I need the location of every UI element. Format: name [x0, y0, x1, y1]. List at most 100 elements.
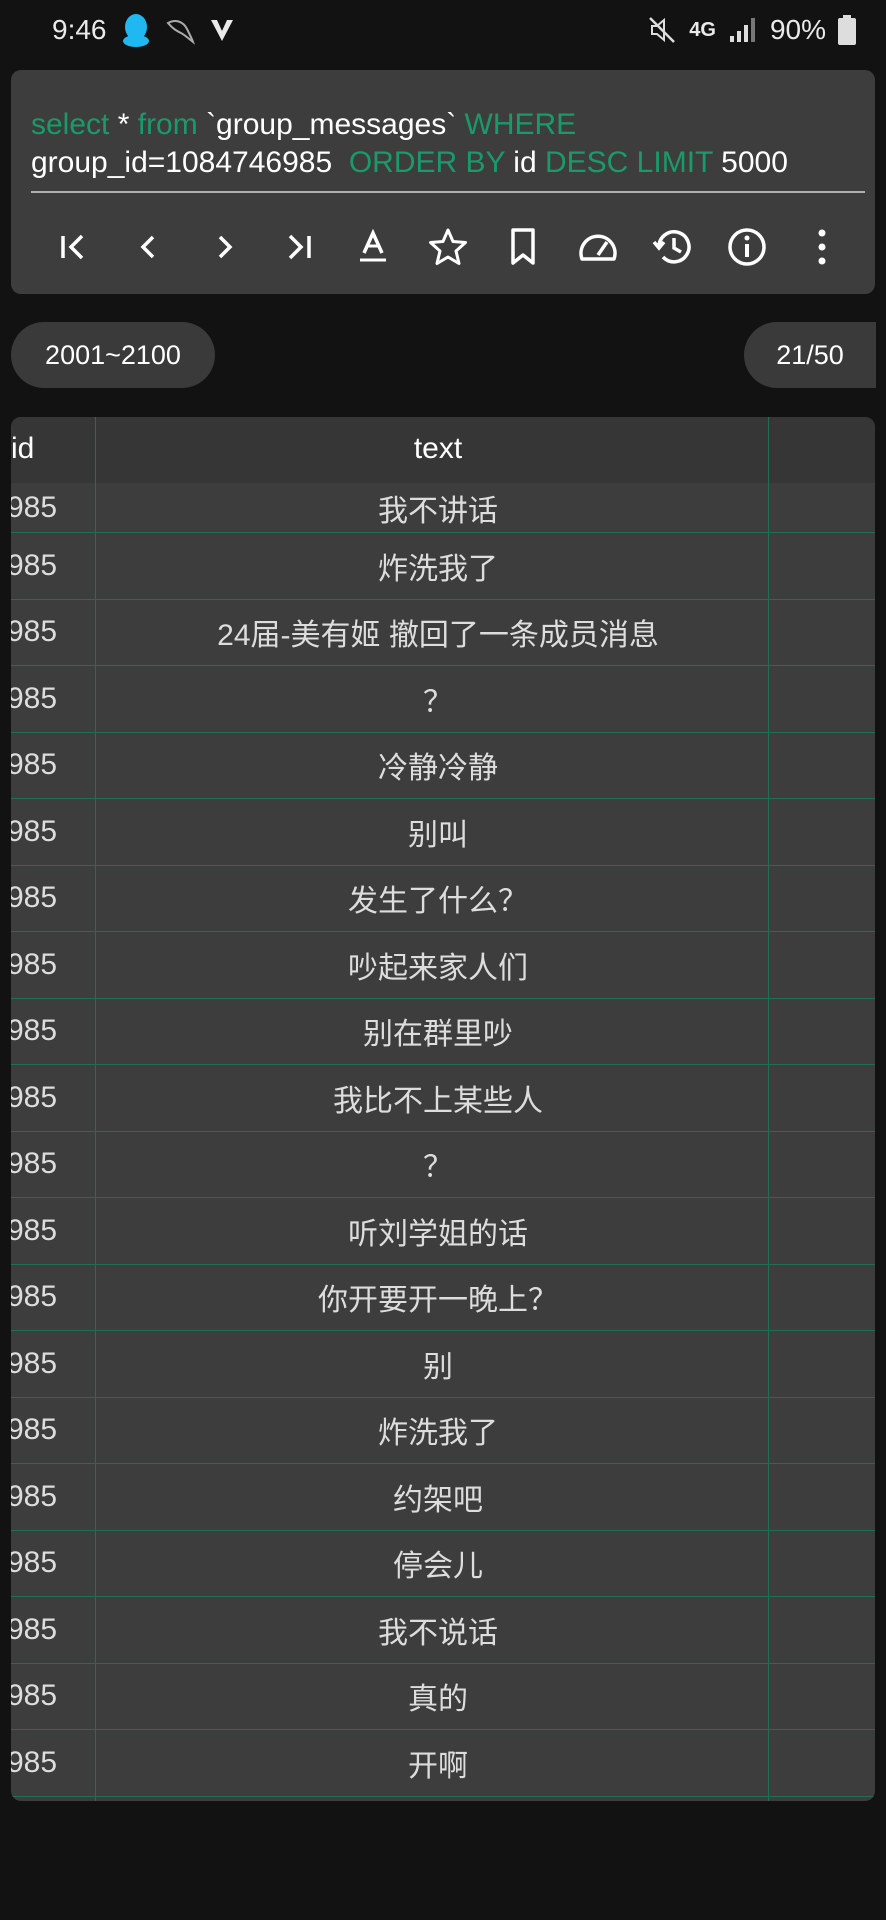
- cell-id: 985: [11, 490, 58, 524]
- page-indicator-button[interactable]: 21/50: [744, 322, 876, 388]
- last-page-button[interactable]: [269, 218, 327, 276]
- next-page-icon: [206, 229, 242, 265]
- cell-id: 985: [11, 615, 58, 649]
- cell-text: 我比不上某些人: [333, 1084, 543, 1118]
- text-format-icon: [355, 229, 391, 265]
- mysql-dolphin-icon: [165, 15, 195, 45]
- mute-icon: [647, 15, 677, 45]
- table-row[interactable]: 985 发生了什么？: [11, 866, 875, 932]
- status-time: 9:46: [52, 14, 107, 45]
- cell-text: 别在群里吵: [363, 1018, 513, 1052]
- sql-query-input[interactable]: select * from `group_messages` WHERE grou…: [31, 106, 865, 182]
- table-row[interactable]: 985 别在群里吵: [11, 999, 875, 1065]
- cell-id: 985: [11, 1679, 58, 1713]
- sql-table-name: `group_messages`: [197, 108, 465, 141]
- cell-text: 炸洗我了: [378, 1417, 498, 1451]
- qq-penguin-icon: [121, 13, 151, 47]
- last-page-icon: [280, 229, 316, 265]
- cell-id: 985: [11, 1612, 58, 1646]
- table-row[interactable]: 985 约架吧: [11, 1464, 875, 1531]
- sql-keyword: DESC LIMIT: [545, 146, 713, 179]
- table-row[interactable]: 985 别叫: [11, 799, 875, 866]
- cell-text: 炸洗我了: [378, 552, 498, 586]
- column-divider: [768, 417, 769, 1801]
- table-row[interactable]: 985 别: [11, 1331, 875, 1398]
- next-page-button[interactable]: [195, 218, 253, 276]
- cell-text: 我不讲话: [378, 494, 498, 528]
- first-page-button[interactable]: [45, 218, 103, 276]
- cell-text: 我不说话: [378, 1616, 498, 1650]
- cell-id: 985: [11, 1413, 58, 1447]
- cell-id: 985: [11, 1213, 58, 1247]
- bookmark-icon: [505, 227, 541, 267]
- toolbar: [31, 212, 865, 282]
- sql-star: *: [109, 108, 138, 141]
- info-button[interactable]: [718, 218, 776, 276]
- sql-order-column: id: [504, 146, 545, 179]
- cell-text: 冷静冷静: [378, 752, 498, 786]
- star-icon: [428, 227, 468, 267]
- cell-id: 985: [11, 681, 58, 715]
- cell-id: 985: [11, 947, 58, 981]
- table-row[interactable]: 985 我不讲话: [11, 483, 875, 533]
- cell-id: 985: [11, 881, 58, 915]
- sql-limit-value: 5000: [712, 146, 788, 179]
- table-header: id text: [11, 417, 875, 483]
- favorite-button[interactable]: [419, 218, 477, 276]
- table-row[interactable]: 985 我不说话: [11, 1597, 875, 1664]
- table-row[interactable]: 985 冷静冷静: [11, 733, 875, 799]
- cell-id: 985: [11, 548, 58, 582]
- cell-text: 开啊: [408, 1749, 468, 1783]
- results-table: id text 985 我不讲话 985 炸洗我了 985 24届-美有姬 撤回了一条成员…: [11, 417, 875, 1801]
- history-button[interactable]: [643, 218, 701, 276]
- cell-text: 停会儿: [393, 1550, 483, 1584]
- table-row[interactable]: 985 停会儿: [11, 1531, 875, 1597]
- speed-button[interactable]: [569, 218, 627, 276]
- battery-percent: 90%: [769, 14, 826, 45]
- text-format-button[interactable]: [344, 218, 402, 276]
- more-options-button[interactable]: [793, 218, 851, 276]
- cell-text: 24届-美有姬 撤回了一条成员消息: [217, 619, 659, 653]
- table-body: 985 我不讲话 985 炸洗我了 985 24届-美有姬 撤回了一条成员消息 985？ 98…: [11, 483, 875, 1797]
- cell-text: 吵起来家人们: [348, 951, 528, 985]
- row-range-button[interactable]: 2001~2100: [11, 322, 215, 388]
- cell-text: 约架吧: [393, 1483, 483, 1517]
- sql-keyword: select: [31, 108, 110, 141]
- table-row[interactable]: 985 炸洗我了: [11, 1398, 875, 1464]
- more-icon: [812, 227, 832, 267]
- bookmark-button[interactable]: [494, 218, 552, 276]
- battery-icon: [838, 15, 856, 45]
- cell-id: 985: [11, 1014, 58, 1048]
- table-row[interactable]: 985 ？: [11, 1132, 875, 1198]
- first-page-icon: [56, 229, 92, 265]
- cell-id: 985: [11, 814, 58, 848]
- prev-page-icon: [131, 229, 167, 265]
- table-row[interactable]: 985 炸洗我了: [11, 533, 875, 600]
- column-header-text[interactable]: text: [96, 432, 780, 466]
- cell-text: 发生了什么？: [348, 885, 528, 919]
- prev-page-button[interactable]: [120, 218, 178, 276]
- table-row[interactable]: 985 开啊: [11, 1730, 875, 1797]
- sql-keyword: WHERE: [464, 108, 577, 141]
- cell-id: 985: [11, 1080, 58, 1114]
- table-row[interactable]: 985 ？: [11, 666, 875, 733]
- cell-id: 985: [11, 1479, 58, 1513]
- sql-keyword: ORDER BY: [348, 146, 505, 179]
- column-header-id[interactable]: id: [11, 432, 34, 466]
- cell-id: 985: [11, 748, 58, 782]
- history-icon: [651, 227, 693, 267]
- sql-condition: group_id=1084746985: [31, 146, 349, 179]
- table-row[interactable]: 985 你开要开一晚上？: [11, 1265, 875, 1331]
- table-row[interactable]: 985 听刘学姐的话: [11, 1198, 875, 1265]
- table-row[interactable]: 985 24届-美有姬 撤回了一条成员消息: [11, 600, 875, 666]
- cell-text: 你开要开一晚上？: [318, 1284, 558, 1318]
- cell-text: 别: [423, 1350, 453, 1384]
- table-row[interactable]: 985 真的: [11, 1664, 875, 1730]
- table-row[interactable]: 985 吵起来家人们: [11, 932, 875, 999]
- status-bar: 9:46 4G 90%: [0, 0, 886, 60]
- table-row[interactable]: 985 我比不上某些人: [11, 1065, 875, 1132]
- cell-text: ？: [423, 1151, 453, 1185]
- cell-text: 真的: [408, 1683, 468, 1717]
- speed-icon: [577, 227, 619, 267]
- cell-id: 985: [11, 1280, 58, 1314]
